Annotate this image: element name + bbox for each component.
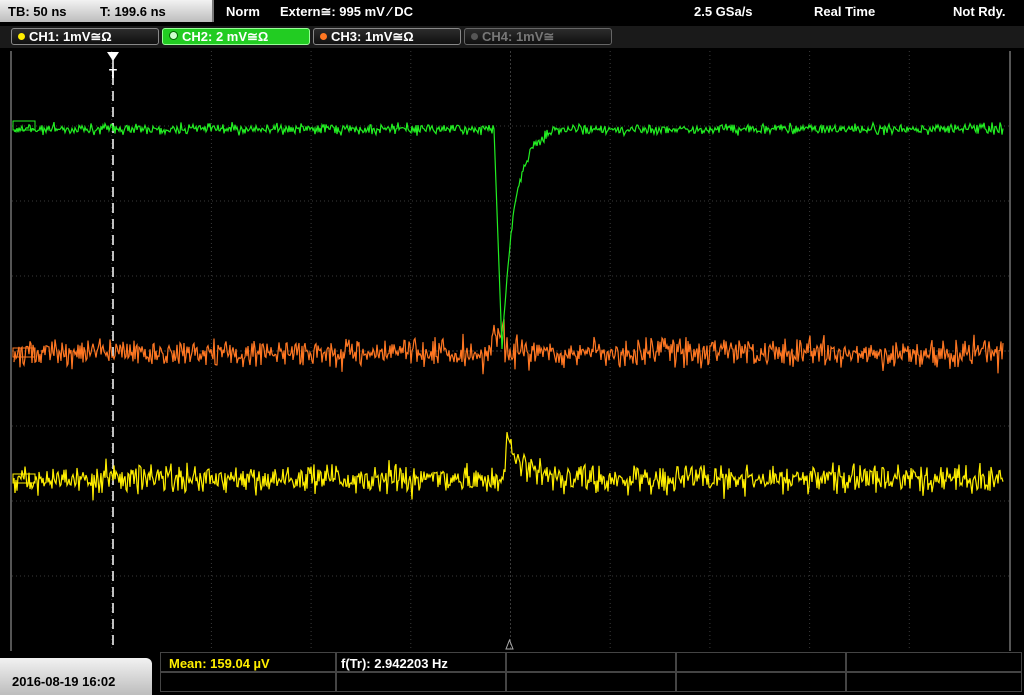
trigger-arrow-icon bbox=[107, 52, 119, 61]
ch1-color-icon bbox=[18, 33, 25, 40]
timebase-label: TB: 50 ns bbox=[8, 4, 67, 19]
trace-ch3 bbox=[13, 318, 1004, 375]
trigger-offset-icon bbox=[505, 638, 514, 650]
measurement-cell-empty-3 bbox=[846, 652, 1022, 672]
acquisition-status: Not Rdy. bbox=[953, 4, 1006, 19]
channel-tab-ch1[interactable]: CH1: 1mV≅Ω bbox=[11, 28, 159, 45]
ch3-label: CH3: 1mV≅Ω bbox=[331, 29, 414, 44]
status-bar: TB: 50 ns T: 199.6 ns Norm Extern≅: 995 … bbox=[0, 0, 1024, 24]
datetime-box: 2016-08-19 16:02 bbox=[0, 658, 152, 695]
trigger-mode[interactable]: Norm bbox=[226, 4, 260, 19]
trigger-source[interactable]: Extern≅: 995 mV ⁄ DC bbox=[280, 4, 413, 20]
channel-tabs: CH1: 1mV≅Ω CH2: 2 mV≅Ω CH3: 1mV≅Ω CH4: 1… bbox=[0, 26, 1024, 48]
ch4-label: CH4: 1mV≅ bbox=[482, 29, 555, 44]
channel-tab-ch2[interactable]: CH2: 2 mV≅Ω bbox=[162, 28, 310, 45]
sample-rate: 2.5 GSa/s bbox=[694, 4, 753, 19]
measurement-cell-mean: Mean: 159.04 µV bbox=[160, 652, 336, 672]
datetime-label: 2016-08-19 16:02 bbox=[12, 674, 116, 689]
measurement-cell-empty-2 bbox=[676, 652, 846, 672]
timebase-box[interactable]: TB: 50 ns T: 199.6 ns bbox=[0, 0, 214, 22]
channel-tab-ch4[interactable]: CH4: 1mV≅ bbox=[464, 28, 612, 45]
trace-ch1 bbox=[13, 431, 1004, 501]
waveform-plot: T bbox=[12, 51, 1009, 651]
ch2-label: CH2: 2 mV≅Ω bbox=[182, 29, 269, 44]
trigger-marker-label: T bbox=[109, 66, 117, 81]
trigger-time-label: T: 199.6 ns bbox=[100, 4, 166, 19]
measurement-panel[interactable]: Mean: 159.04 µV f(Tr): 2.942203 Hz bbox=[160, 652, 1024, 695]
freq-measurement: f(Tr): 2.942203 Hz bbox=[341, 656, 448, 671]
bottom-bar: 2016-08-19 16:02 Mean: 159.04 µV f(Tr): … bbox=[0, 652, 1024, 695]
measurement-cell-empty-7 bbox=[676, 672, 846, 692]
ch4-color-icon bbox=[471, 33, 478, 40]
waveform-display[interactable]: T bbox=[10, 51, 1011, 651]
measurement-cell-freq: f(Tr): 2.942203 Hz bbox=[336, 652, 506, 672]
measurement-cell-empty-8 bbox=[846, 672, 1022, 692]
ch1-label: CH1: 1mV≅Ω bbox=[29, 29, 112, 44]
measurement-cell-empty-4 bbox=[160, 672, 336, 692]
measurement-cell-empty-5 bbox=[336, 672, 506, 692]
acquisition-mode: Real Time bbox=[814, 4, 876, 19]
measurement-cell-empty-1 bbox=[506, 652, 676, 672]
ch2-color-icon bbox=[169, 31, 178, 40]
channel-tab-ch3[interactable]: CH3: 1mV≅Ω bbox=[313, 28, 461, 45]
measurement-cell-empty-6 bbox=[506, 672, 676, 692]
ch3-color-icon bbox=[320, 33, 327, 40]
trace-ch2 bbox=[13, 120, 1004, 350]
mean-measurement: Mean: 159.04 µV bbox=[169, 656, 270, 671]
